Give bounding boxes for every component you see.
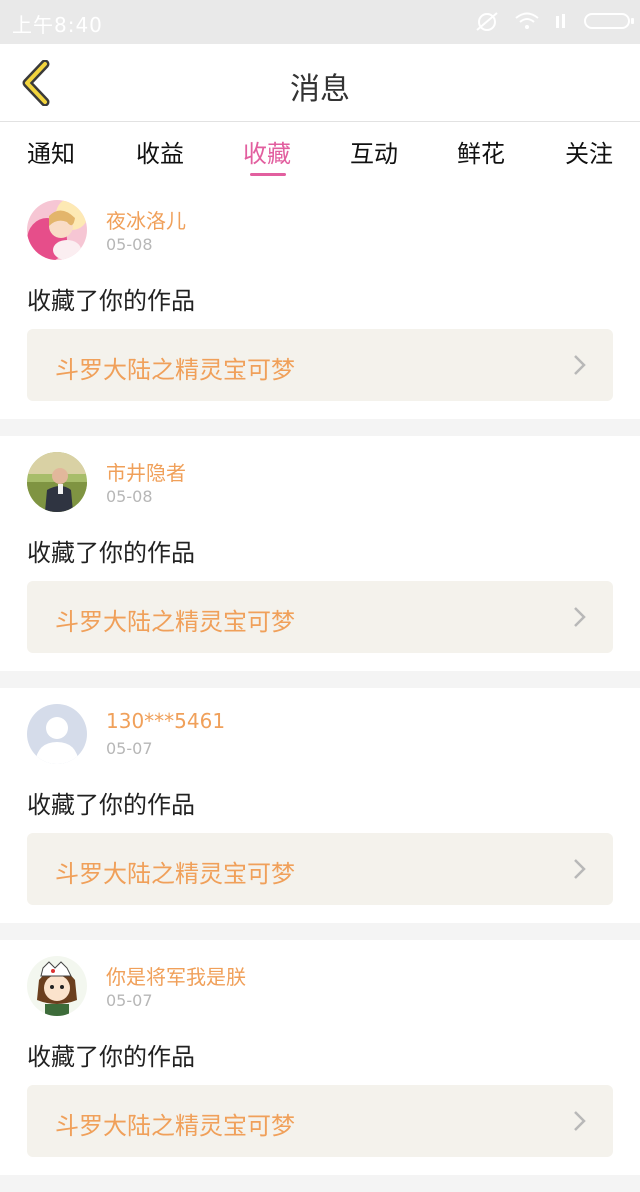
work-link[interactable]: 斗罗大陆之精灵宝可梦	[27, 329, 613, 401]
avatar[interactable]	[27, 200, 87, 260]
status-bar: 上午8:40	[0, 0, 640, 44]
message-date: 05-07	[106, 991, 153, 1010]
avatar[interactable]	[27, 704, 87, 764]
work-title: 斗罗大陆之精灵宝可梦	[55, 1112, 295, 1140]
status-icons	[474, 10, 634, 32]
alarm-off-icon	[476, 12, 498, 31]
chevron-right-icon	[574, 1111, 586, 1131]
user-name[interactable]: 市井隐者	[106, 457, 186, 486]
user-name[interactable]: 你是将军我是朕	[106, 961, 246, 990]
tab-interaction[interactable]: 互动	[320, 134, 428, 169]
chevron-right-icon	[574, 859, 586, 879]
message-card: 夜冰洛儿 05-08 收藏了你的作品 斗罗大陆之精灵宝可梦	[0, 184, 640, 419]
user-name[interactable]: 夜冰洛儿	[106, 205, 186, 234]
tab-flowers[interactable]: 鲜花	[427, 134, 535, 169]
message-action: 收藏了你的作品	[27, 539, 195, 567]
tab-notice[interactable]: 通知	[0, 134, 105, 169]
chevron-right-icon	[574, 355, 586, 375]
work-link[interactable]: 斗罗大陆之精灵宝可梦	[27, 581, 613, 653]
page-title: 消息	[290, 72, 350, 107]
message-action: 收藏了你的作品	[27, 791, 195, 819]
message-action: 收藏了你的作品	[27, 1043, 195, 1071]
message-list: 夜冰洛儿 05-08 收藏了你的作品 斗罗大陆之精灵宝可梦 市井隐者 05-08…	[0, 184, 640, 1192]
battery-icon	[584, 13, 634, 29]
tab-bar: 通知 收益 收藏 互动 鲜花 关注	[0, 122, 640, 184]
header: 消息	[0, 44, 640, 122]
tab-follow[interactable]: 关注	[535, 134, 640, 169]
avatar[interactable]	[27, 956, 87, 1016]
signal-icon	[556, 14, 565, 28]
message-date: 05-08	[106, 235, 153, 254]
message-card: 130***5461 05-07 收藏了你的作品 斗罗大陆之精灵宝可梦	[0, 688, 640, 923]
work-title: 斗罗大陆之精灵宝可梦	[55, 608, 295, 636]
wifi-icon	[515, 12, 539, 29]
message-card: 你是将军我是朕 05-07 收藏了你的作品 斗罗大陆之精灵宝可梦	[0, 940, 640, 1175]
message-action: 收藏了你的作品	[27, 287, 195, 315]
message-card: 市井隐者 05-08 收藏了你的作品 斗罗大陆之精灵宝可梦	[0, 436, 640, 671]
message-date: 05-07	[106, 739, 153, 758]
active-tab-indicator	[250, 173, 286, 176]
work-link[interactable]: 斗罗大陆之精灵宝可梦	[27, 1085, 613, 1157]
work-title: 斗罗大陆之精灵宝可梦	[55, 356, 295, 384]
status-time: 上午8:40	[12, 13, 103, 37]
work-link[interactable]: 斗罗大陆之精灵宝可梦	[27, 833, 613, 905]
chevron-right-icon	[574, 607, 586, 627]
message-date: 05-08	[106, 487, 153, 506]
tab-favorites[interactable]: 收藏	[213, 134, 321, 169]
tab-earnings[interactable]: 收益	[106, 134, 214, 169]
avatar[interactable]	[27, 452, 87, 512]
work-title: 斗罗大陆之精灵宝可梦	[55, 860, 295, 888]
user-name[interactable]: 130***5461	[106, 709, 225, 733]
